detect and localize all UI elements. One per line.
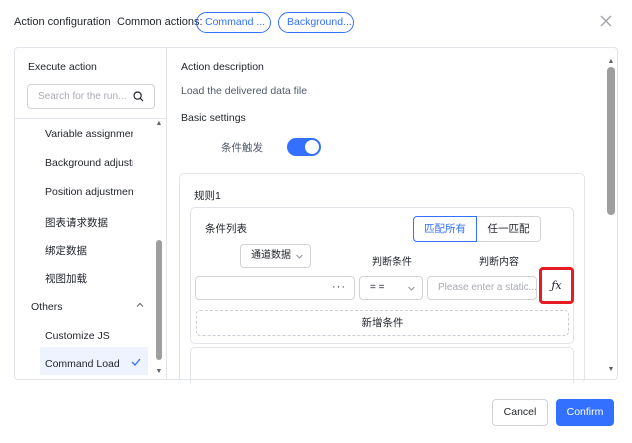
- action-list-column: Execute action Search for the run... Var…: [15, 48, 167, 379]
- common-actions-label: Common actions:: [117, 16, 203, 28]
- left-scrollbar[interactable]: ▲ ▼: [155, 120, 163, 378]
- action-list: Variable assignment Background adjustm P…: [15, 118, 167, 379]
- list-item-customize-js[interactable]: Customize JS: [45, 330, 133, 342]
- scrollbar-thumb[interactable]: [156, 240, 162, 360]
- ellipsis-icon[interactable]: ···: [332, 281, 346, 293]
- operator-value: = =: [370, 282, 385, 293]
- close-icon[interactable]: [598, 13, 614, 29]
- action-search-input[interactable]: Search for the run...: [27, 84, 155, 109]
- fx-function-button[interactable]: ƒx: [539, 267, 574, 304]
- execute-action-title: Execute action: [28, 61, 97, 73]
- operator-select[interactable]: = =: [359, 276, 423, 300]
- dialog-title: Action configuration: [14, 16, 111, 28]
- scroll-down-icon[interactable]: ▼: [607, 366, 615, 374]
- confirm-button[interactable]: Confirm: [556, 399, 614, 426]
- action-description-label: Action description: [181, 61, 264, 73]
- value-input[interactable]: Please enter a static...: [427, 276, 537, 300]
- next-condition-card: [190, 347, 574, 383]
- rule-title: 规则1: [194, 190, 221, 202]
- match-all-button[interactable]: 匹配所有: [413, 216, 477, 242]
- source-select-value: 通道数据: [251, 250, 291, 261]
- chevron-down-icon: [295, 245, 304, 269]
- scroll-up-icon[interactable]: ▲: [607, 58, 615, 66]
- search-icon[interactable]: [133, 91, 144, 102]
- list-item-variable-assignment[interactable]: Variable assignment: [45, 128, 133, 140]
- scrollbar-thumb[interactable]: [607, 67, 615, 215]
- scroll-up-icon[interactable]: ▲: [155, 120, 163, 128]
- search-placeholder: Search for the run...: [38, 91, 127, 102]
- check-icon: [131, 355, 141, 369]
- cancel-button[interactable]: Cancel: [492, 399, 548, 426]
- list-item-position-adjustment[interactable]: Position adjustment: [45, 186, 133, 198]
- condition-list-label: 条件列表: [205, 223, 247, 235]
- judge-condition-label: 判断条件: [372, 257, 412, 268]
- group-others[interactable]: Others: [31, 301, 63, 313]
- field-input[interactable]: ···: [195, 276, 355, 300]
- judge-content-label: 判断内容: [479, 257, 519, 268]
- condition-trigger-label: 条件触发: [221, 142, 263, 154]
- scroll-down-icon[interactable]: ▼: [155, 368, 163, 376]
- basic-settings-label: Basic settings: [181, 112, 246, 124]
- add-condition-button[interactable]: 新增条件: [196, 310, 569, 336]
- list-item-bind-data[interactable]: 绑定数据: [45, 243, 133, 258]
- condition-trigger-toggle[interactable]: [287, 138, 321, 156]
- right-scrollbar[interactable]: ▲ ▼: [606, 58, 616, 378]
- chevron-down-icon: [407, 277, 416, 301]
- common-action-pill-background[interactable]: Background...: [278, 12, 354, 33]
- list-item-view-load[interactable]: 视图加载: [45, 271, 133, 286]
- match-any-button[interactable]: 任一匹配: [477, 216, 541, 242]
- source-select[interactable]: 通道数据: [240, 244, 311, 268]
- common-action-pill-command[interactable]: Command ...: [196, 12, 271, 33]
- list-item-command-load[interactable]: Command Load: [45, 358, 133, 370]
- toggle-knob: [305, 140, 319, 154]
- action-description-value: Load the delivered data file: [181, 85, 308, 97]
- list-item-background-adjustment[interactable]: Background adjustm: [45, 157, 133, 169]
- action-configuration-dialog: Action configuration Common actions: Com…: [0, 0, 632, 443]
- list-item-chart-request-data[interactable]: 图表请求数据: [45, 215, 133, 230]
- chevron-up-icon[interactable]: [135, 300, 145, 310]
